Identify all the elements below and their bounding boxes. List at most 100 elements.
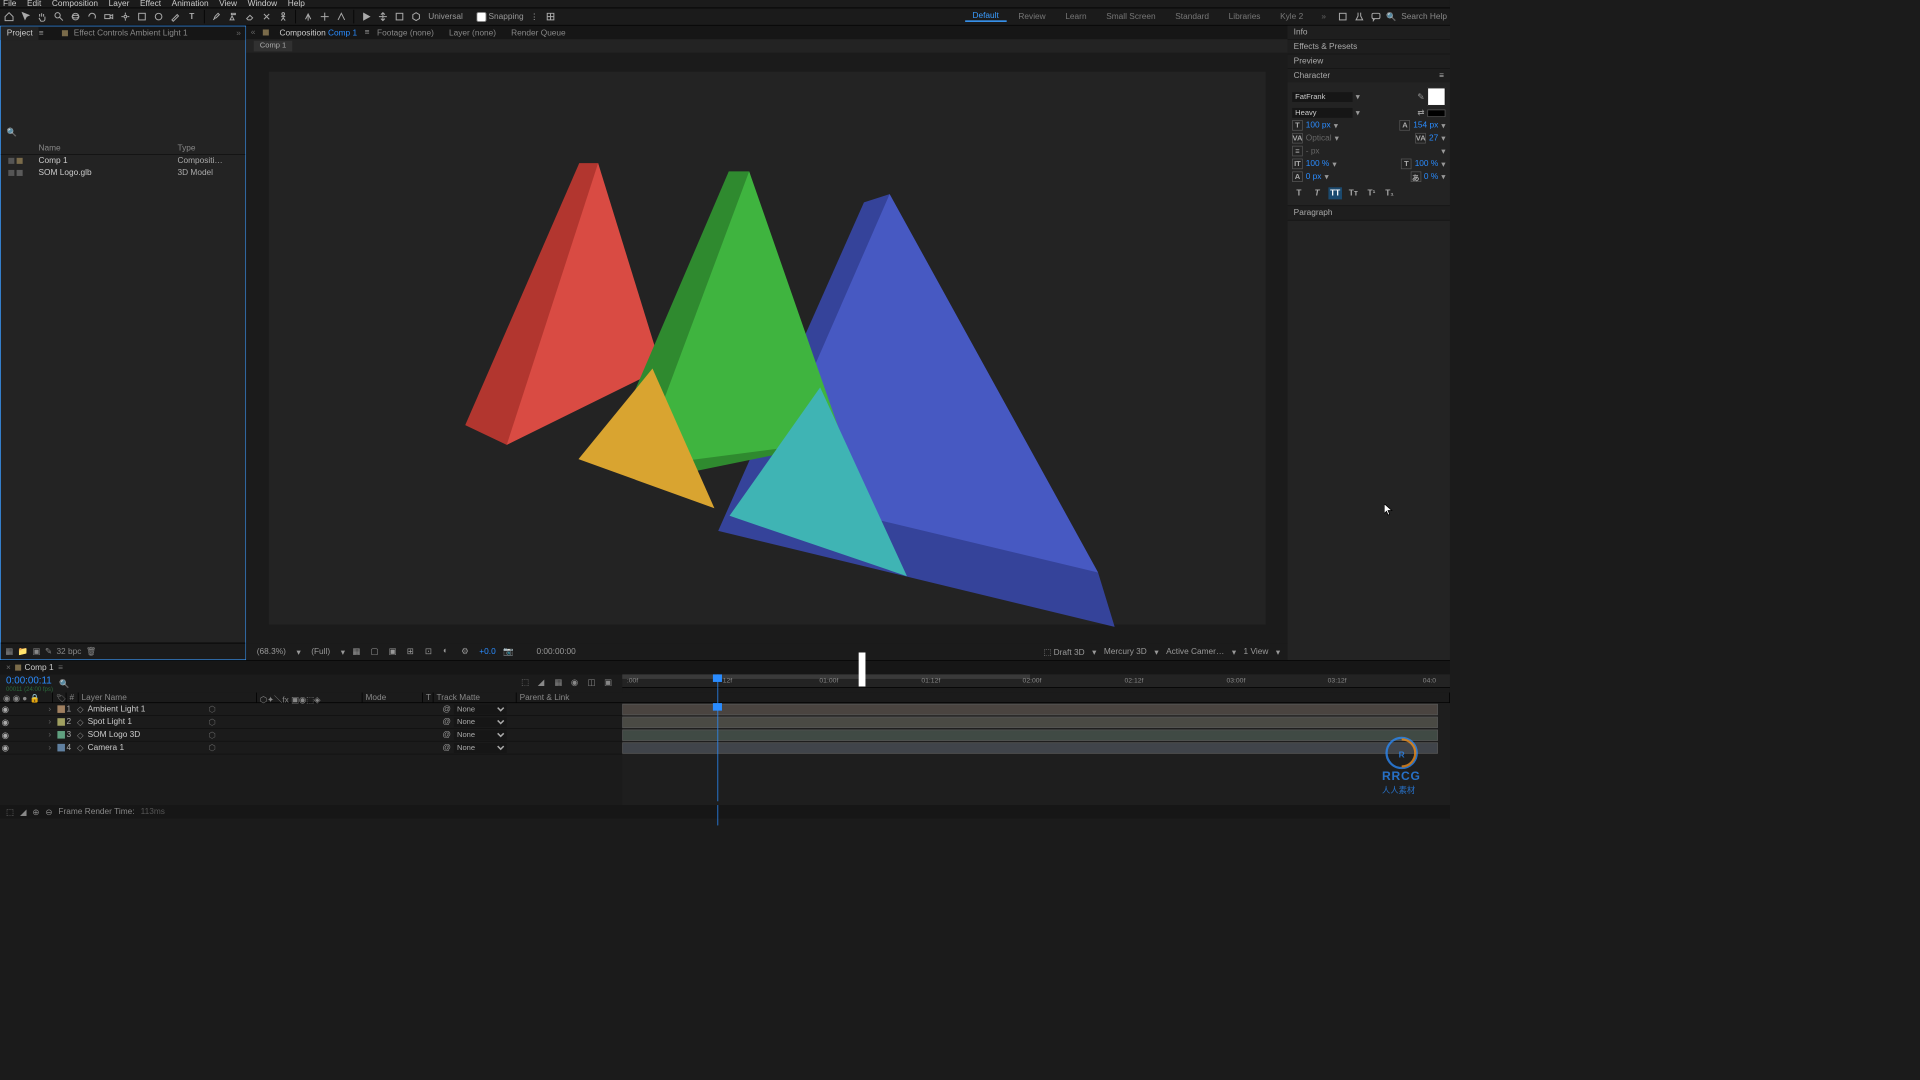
comp-breadcrumb[interactable]: Comp 1 bbox=[254, 41, 293, 52]
composition-viewer[interactable] bbox=[246, 53, 1287, 644]
menu-file[interactable]: File bbox=[3, 0, 16, 8]
move-icon[interactable] bbox=[377, 11, 389, 23]
timeline-menu-icon[interactable]: ≡ bbox=[58, 663, 63, 672]
font-size-input[interactable]: 100 px bbox=[1306, 121, 1331, 130]
workspace-small-screen[interactable]: Small Screen bbox=[1099, 12, 1164, 21]
parent-dropdown[interactable]: None bbox=[454, 730, 507, 740]
home-icon[interactable] bbox=[3, 11, 15, 23]
layer-switches[interactable]: ⬡ bbox=[208, 704, 314, 714]
camera-tool-icon[interactable] bbox=[103, 11, 115, 23]
axis-mode-label[interactable]: Universal bbox=[428, 12, 463, 21]
layer-row[interactable]: ◉ › 2 ◇ Spot Light 1 ⬡ @None bbox=[0, 716, 622, 729]
superscript-button[interactable]: T¹ bbox=[1365, 187, 1379, 199]
channel-icon[interactable]: ◐ bbox=[443, 646, 454, 657]
layer-switches[interactable]: ⬡ bbox=[208, 717, 314, 727]
menu-effect[interactable]: Effect bbox=[140, 0, 161, 8]
workspace-overflow-icon[interactable]: » bbox=[1321, 12, 1326, 21]
timeline-tracks[interactable] bbox=[622, 703, 1450, 805]
workspace-review[interactable]: Review bbox=[1011, 12, 1053, 21]
stroke-color-well[interactable] bbox=[1427, 109, 1445, 117]
col-type[interactable]: Type bbox=[177, 143, 237, 152]
layer-bar-1[interactable] bbox=[622, 704, 1438, 715]
zoom-tool-icon[interactable] bbox=[53, 11, 65, 23]
visibility-icon[interactable]: ◉ bbox=[0, 730, 11, 740]
menu-help[interactable]: Help bbox=[288, 0, 305, 8]
visibility-icon[interactable]: ◉ bbox=[0, 743, 11, 753]
pen-tool-icon[interactable] bbox=[169, 11, 181, 23]
roto-tool-icon[interactable] bbox=[261, 11, 273, 23]
pan-behind-tool-icon[interactable] bbox=[119, 11, 131, 23]
panel-overflow-icon[interactable]: » bbox=[232, 29, 246, 38]
font-style-dropdown[interactable]: Heavy bbox=[1292, 108, 1352, 118]
workspace-standard[interactable]: Standard bbox=[1168, 12, 1217, 21]
visibility-icon[interactable]: ◉ bbox=[0, 704, 11, 714]
twirl-icon[interactable]: › bbox=[48, 717, 56, 726]
parent-dropdown[interactable]: None bbox=[454, 717, 507, 727]
local-axis-icon[interactable] bbox=[319, 11, 331, 23]
world-axis-icon[interactable] bbox=[335, 11, 347, 23]
layer-switches[interactable]: ⬡ bbox=[208, 743, 314, 753]
layer-color-swatch[interactable] bbox=[57, 718, 65, 726]
baseline-input[interactable]: 0 px bbox=[1306, 172, 1322, 181]
layer-bar-4[interactable] bbox=[622, 742, 1438, 753]
trash-icon[interactable]: 🗑 bbox=[86, 646, 97, 656]
bpc-toggle[interactable]: 32 bpc bbox=[56, 647, 81, 656]
new-comp-icon[interactable]: ▣ bbox=[33, 646, 41, 656]
puppet-tool-icon[interactable] bbox=[277, 11, 289, 23]
bbox-icon[interactable] bbox=[393, 11, 405, 23]
layer-name[interactable]: Spot Light 1 bbox=[88, 717, 209, 726]
menu-view[interactable]: View bbox=[219, 0, 237, 8]
panel-effects-presets[interactable]: Effects & Presets bbox=[1288, 40, 1450, 54]
col-layer-name[interactable]: Layer Name bbox=[79, 693, 257, 703]
faux-italic-button[interactable]: T bbox=[1310, 187, 1324, 199]
small-caps-button[interactable]: Tᴛ bbox=[1347, 187, 1361, 199]
brush-tool-icon[interactable] bbox=[211, 11, 223, 23]
menu-layer[interactable]: Layer bbox=[109, 0, 130, 8]
vscale-input[interactable]: 100 % bbox=[1306, 159, 1330, 168]
pickwhip-icon[interactable]: @ bbox=[443, 743, 451, 752]
snap-opts-icon[interactable]: ⋮ bbox=[528, 11, 540, 23]
selection-tool-icon[interactable] bbox=[20, 11, 32, 23]
timecode[interactable]: 0:00:00:11 bbox=[6, 674, 53, 685]
tab-footage[interactable]: Footage (none) bbox=[370, 26, 442, 39]
eyedropper-icon[interactable]: ✎ bbox=[1417, 92, 1424, 102]
roi-icon[interactable]: ▣ bbox=[389, 646, 400, 657]
toggle-modes-icon[interactable]: ◢ bbox=[20, 807, 26, 817]
panel-paragraph[interactable]: Paragraph bbox=[1288, 206, 1450, 220]
beaker-icon[interactable] bbox=[1353, 11, 1365, 23]
share-icon[interactable] bbox=[1337, 11, 1349, 23]
stroke-width-input[interactable]: - px bbox=[1306, 147, 1320, 156]
snap-align-icon[interactable] bbox=[545, 11, 557, 23]
layer-color-swatch[interactable] bbox=[57, 705, 65, 713]
layer-bar-3[interactable] bbox=[622, 730, 1438, 741]
camera-dropdown[interactable]: Active Camer… bbox=[1166, 647, 1224, 656]
menu-composition[interactable]: Composition bbox=[52, 0, 98, 8]
transparency-grid-icon[interactable]: ▦ bbox=[352, 646, 363, 657]
axis-icon[interactable] bbox=[302, 11, 314, 23]
renderer-dropdown[interactable]: Mercury 3D bbox=[1104, 647, 1147, 656]
menu-edit[interactable]: Edit bbox=[27, 0, 41, 8]
layer-row[interactable]: ◉ › 1 ◇ Ambient Light 1 ⬡ @None bbox=[0, 703, 622, 716]
ellipse-tool-icon[interactable] bbox=[153, 11, 165, 23]
toggle-in-out-icon[interactable]: ⊕ bbox=[32, 807, 39, 817]
timeline-search-icon[interactable]: 🔍 bbox=[59, 679, 69, 689]
draft-3d-toggle[interactable]: ⬚ Draft 3D bbox=[1043, 647, 1084, 657]
mask-toggle-icon[interactable]: ▢ bbox=[371, 646, 382, 657]
tsume-input[interactable]: 0 % bbox=[1424, 172, 1438, 181]
current-time[interactable]: 0:00:00:00 bbox=[536, 647, 575, 656]
graph-editor-icon[interactable]: ◫ bbox=[588, 677, 600, 689]
tracking-input[interactable]: 27 bbox=[1429, 134, 1438, 143]
search-icon[interactable]: 🔍 bbox=[1386, 12, 1396, 22]
layer-color-swatch[interactable] bbox=[57, 731, 65, 739]
timeline-tab[interactable]: Comp 1 bbox=[24, 663, 53, 672]
swap-colors-icon[interactable]: ⇄ bbox=[1417, 108, 1424, 118]
grid-icon[interactable]: ⊞ bbox=[407, 646, 418, 657]
snapshot-icon[interactable]: 📷 bbox=[503, 646, 514, 657]
rotate-tool-icon[interactable] bbox=[86, 11, 98, 23]
adjust-icon[interactable]: ✎ bbox=[45, 646, 52, 656]
hscale-input[interactable]: 100 % bbox=[1415, 159, 1439, 168]
kerning-dropdown[interactable]: Optical bbox=[1306, 134, 1332, 143]
layer-name[interactable]: Ambient Light 1 bbox=[88, 705, 209, 714]
panel-info[interactable]: Info bbox=[1288, 26, 1450, 40]
twirl-icon[interactable]: › bbox=[48, 705, 56, 714]
